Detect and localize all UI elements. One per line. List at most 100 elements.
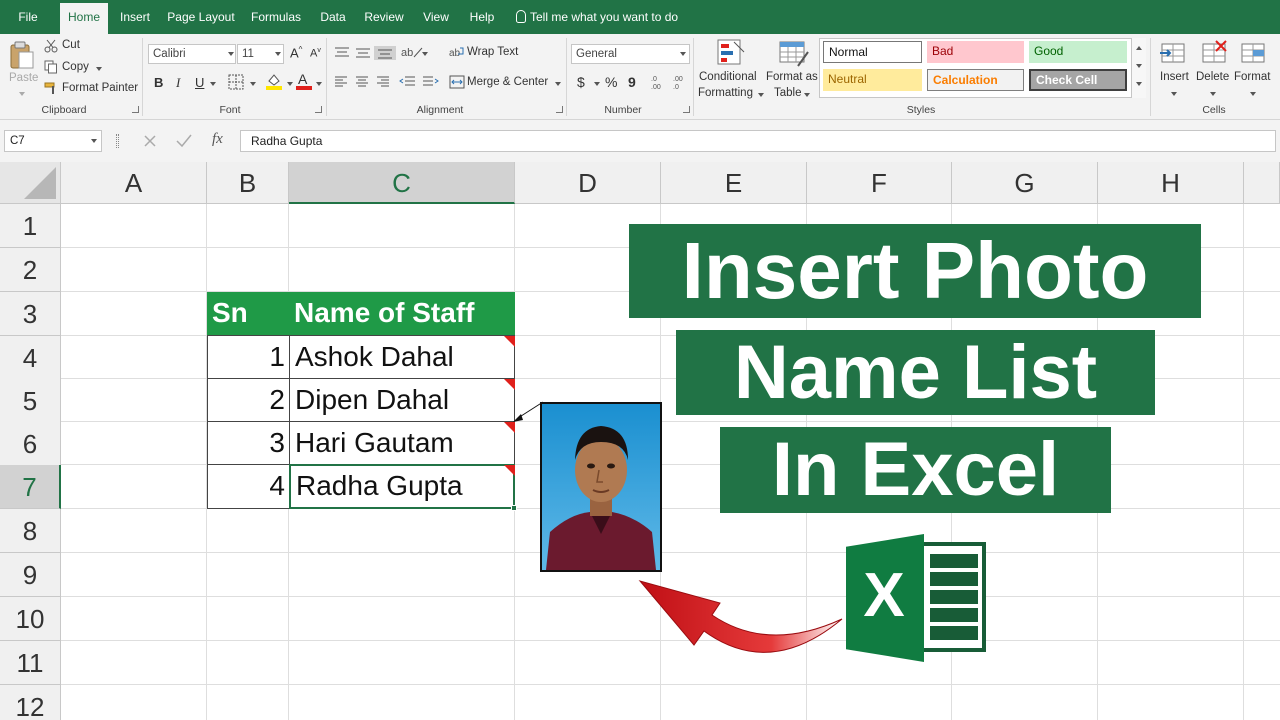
table-label[interactable]: Table bbox=[774, 87, 802, 99]
table-header-name[interactable]: Name of Staff bbox=[289, 292, 515, 335]
row-header-11[interactable]: 11 bbox=[0, 641, 61, 685]
formula-bar-grip-icon[interactable] bbox=[116, 134, 119, 148]
column-header-h[interactable]: H bbox=[1098, 162, 1244, 204]
style-check-cell[interactable]: Check Cell bbox=[1029, 69, 1127, 91]
font-color-icon[interactable]: A bbox=[296, 71, 312, 91]
wrap-text-button[interactable]: Wrap Text bbox=[467, 46, 518, 58]
font-color-dropdown-icon[interactable] bbox=[316, 82, 322, 86]
conditional-formatting-icon[interactable] bbox=[716, 38, 746, 68]
more-styles-icon[interactable] bbox=[1136, 82, 1142, 86]
scroll-down-icon[interactable] bbox=[1136, 64, 1142, 68]
borders-dropdown-icon[interactable] bbox=[250, 82, 256, 86]
font-name-dropdown-icon[interactable] bbox=[228, 52, 234, 56]
indent-icons[interactable] bbox=[399, 76, 439, 88]
formula-input[interactable]: Radha Gupta bbox=[240, 130, 1276, 152]
format-cells-dropdown-icon[interactable] bbox=[1250, 92, 1256, 96]
tab-insert[interactable]: Insert bbox=[114, 0, 156, 34]
conditional-dropdown-icon[interactable] bbox=[758, 93, 764, 97]
row-header-6[interactable]: 6 bbox=[0, 422, 61, 466]
horizontal-align-icons[interactable] bbox=[334, 76, 394, 88]
merge-center-icon[interactable] bbox=[449, 75, 465, 89]
borders-icon[interactable] bbox=[228, 74, 244, 90]
number-launcher-icon[interactable] bbox=[683, 106, 690, 113]
name-box[interactable]: C7 bbox=[4, 130, 102, 152]
active-cell-c7[interactable]: Radha Gupta bbox=[289, 464, 515, 509]
style-neutral[interactable]: Neutral bbox=[823, 69, 922, 91]
scissors-icon[interactable] bbox=[44, 39, 58, 53]
tab-review[interactable]: Review bbox=[360, 0, 408, 34]
wrap-text-icon[interactable]: ab bbox=[449, 45, 465, 59]
format-table-dropdown-icon[interactable] bbox=[804, 93, 810, 97]
decimal-icons[interactable]: .0.00 .00.0 bbox=[650, 74, 690, 90]
underline-button[interactable]: U bbox=[195, 75, 204, 90]
paste-icon[interactable] bbox=[9, 40, 35, 70]
currency-dropdown-icon[interactable] bbox=[594, 82, 600, 86]
column-header-g[interactable]: G bbox=[952, 162, 1098, 204]
paste-dropdown-icon[interactable] bbox=[19, 92, 25, 96]
tab-home[interactable]: Home bbox=[60, 3, 108, 34]
format-as-label[interactable]: Format as bbox=[766, 71, 818, 83]
column-header-c[interactable]: C bbox=[289, 162, 515, 204]
italic-button[interactable]: I bbox=[176, 75, 180, 91]
font-name-select[interactable]: Calibri bbox=[148, 44, 236, 64]
table-cell-name[interactable]: Hari Gautam bbox=[289, 421, 515, 465]
menu-file[interactable]: File bbox=[6, 0, 50, 34]
insert-cells-dropdown-icon[interactable] bbox=[1171, 92, 1177, 96]
font-launcher-icon[interactable] bbox=[315, 106, 322, 113]
staff-photo-image[interactable] bbox=[540, 402, 662, 572]
table-cell-sn[interactable]: 1 bbox=[207, 335, 290, 379]
row-header-3[interactable]: 3 bbox=[0, 292, 61, 336]
column-header-d[interactable]: D bbox=[515, 162, 661, 204]
table-cell-name[interactable]: Dipen Dahal bbox=[289, 378, 515, 422]
style-normal[interactable]: Normal bbox=[823, 41, 922, 63]
insert-cells-button[interactable]: Insert bbox=[1160, 71, 1189, 83]
style-bad[interactable]: Bad bbox=[927, 41, 1024, 63]
column-header-b[interactable]: B bbox=[207, 162, 289, 204]
insert-cells-icon[interactable] bbox=[1158, 38, 1188, 68]
fill-handle[interactable] bbox=[511, 505, 517, 511]
shrink-font-icon[interactable]: Av bbox=[310, 47, 321, 60]
conditional-formatting-label[interactable]: Conditional bbox=[699, 71, 757, 83]
row-header-5[interactable]: 5 bbox=[0, 379, 61, 423]
format-painter-icon[interactable] bbox=[44, 81, 58, 95]
row-header-2[interactable]: 2 bbox=[0, 248, 61, 292]
alignment-launcher-icon[interactable] bbox=[556, 106, 563, 113]
row-header-7[interactable]: 7 bbox=[0, 465, 61, 509]
fill-color-icon[interactable] bbox=[265, 72, 283, 90]
insert-function-button[interactable]: fx bbox=[212, 131, 223, 148]
vertical-align-icons[interactable] bbox=[334, 46, 398, 60]
tell-me-search[interactable]: Tell me what you want to do bbox=[530, 0, 682, 34]
row-header-4[interactable]: 4 bbox=[0, 336, 61, 380]
cut-button[interactable]: Cut bbox=[62, 39, 80, 51]
styles-scrollbar[interactable] bbox=[1131, 38, 1146, 98]
tab-formulas[interactable]: Formulas bbox=[246, 0, 306, 34]
comment-indicator-icon[interactable] bbox=[504, 336, 515, 347]
cancel-icon[interactable] bbox=[143, 134, 157, 148]
worksheet-grid[interactable]: A B C D E F G H 1 2 3 4 5 6 7 8 9 10 11 … bbox=[0, 162, 1280, 720]
copy-icon[interactable] bbox=[44, 60, 58, 74]
copy-dropdown-icon[interactable] bbox=[96, 67, 102, 71]
merge-center-button[interactable]: Merge & Center bbox=[467, 76, 548, 88]
delete-cells-icon[interactable] bbox=[1199, 38, 1229, 68]
row-header-8[interactable]: 8 bbox=[0, 509, 61, 553]
style-good[interactable]: Good bbox=[1029, 41, 1127, 63]
table-cell-sn[interactable]: 3 bbox=[207, 421, 290, 465]
formatting-label[interactable]: Formatting bbox=[698, 87, 753, 99]
table-cell-sn[interactable]: 4 bbox=[207, 464, 290, 509]
fill-color-dropdown-icon[interactable] bbox=[287, 82, 293, 86]
comment-indicator-icon[interactable] bbox=[504, 465, 515, 476]
column-header-e[interactable]: E bbox=[661, 162, 807, 204]
column-header-a[interactable]: A bbox=[61, 162, 207, 204]
table-cell-name[interactable]: Ashok Dahal bbox=[289, 335, 515, 379]
table-cell-sn[interactable]: 2 bbox=[207, 378, 290, 422]
clipboard-launcher-icon[interactable] bbox=[132, 106, 139, 113]
comma-button[interactable]: 9 bbox=[628, 74, 636, 90]
tab-page-layout[interactable]: Page Layout bbox=[164, 0, 238, 34]
column-header-f[interactable]: F bbox=[807, 162, 952, 204]
select-all-button[interactable] bbox=[0, 162, 61, 204]
row-header-12[interactable]: 12 bbox=[0, 685, 61, 720]
name-box-dropdown-icon[interactable] bbox=[91, 139, 97, 143]
tab-view[interactable]: View bbox=[416, 0, 456, 34]
grow-font-icon[interactable]: A^ bbox=[290, 45, 302, 60]
style-calculation[interactable]: Calculation bbox=[927, 69, 1024, 91]
